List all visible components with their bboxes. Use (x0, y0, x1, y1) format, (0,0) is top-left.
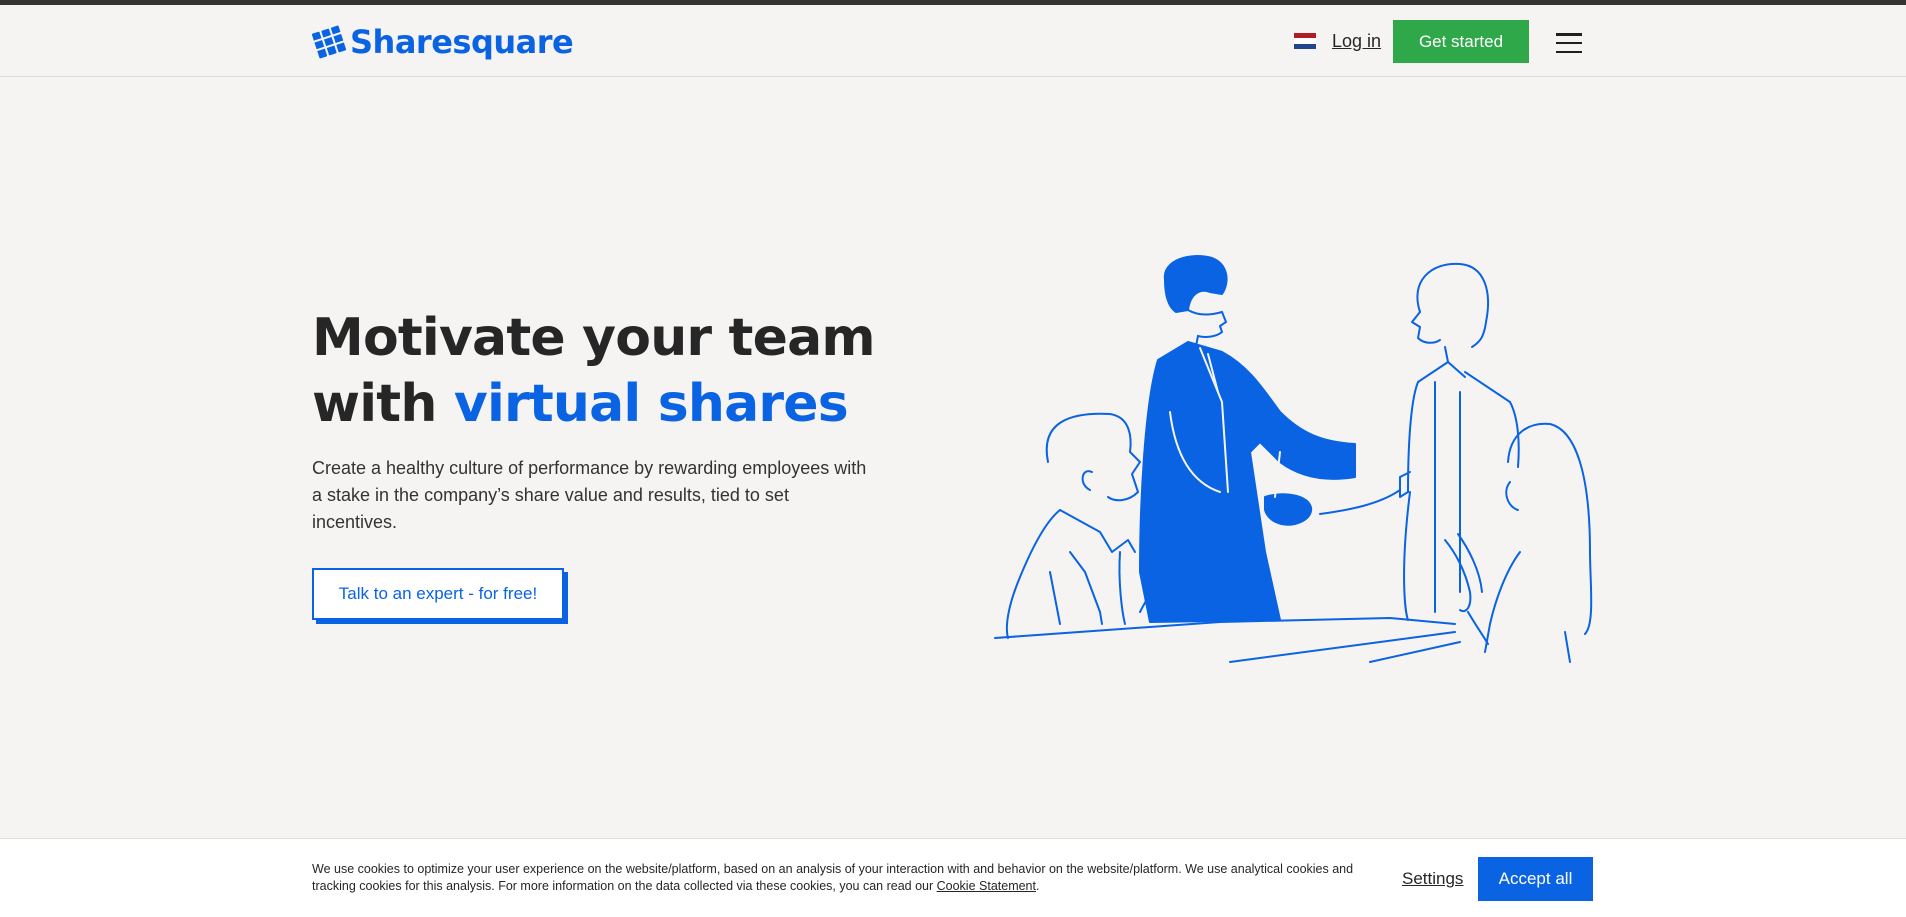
cookie-statement-link[interactable]: Cookie Statement (937, 879, 1036, 893)
site-header: Sharesquare Log in Get started (0, 5, 1906, 77)
login-link[interactable]: Log in (1332, 31, 1381, 52)
cookie-text: We use cookies to optimize your user exp… (312, 862, 1354, 893)
hamburger-menu-icon[interactable] (1556, 33, 1582, 53)
get-started-button[interactable]: Get started (1393, 20, 1529, 63)
logo[interactable]: Sharesquare (312, 23, 574, 61)
logo-icon (312, 25, 346, 59)
flag-blue-stripe (1294, 43, 1316, 49)
language-flag-icon[interactable] (1294, 33, 1316, 49)
accept-all-button[interactable]: Accept all (1478, 857, 1593, 901)
hero-description: Create a healthy culture of performance … (312, 458, 867, 532)
cookie-banner: We use cookies to optimize your user exp… (0, 838, 1906, 917)
hero-title-accent: virtual shares (453, 374, 849, 434)
hero-title-with: with (312, 374, 454, 434)
logo-text: Sharesquare (350, 23, 574, 61)
cookie-settings-link[interactable]: Settings (1402, 869, 1463, 889)
talk-to-expert-button[interactable]: Talk to an expert - for free! (312, 568, 564, 620)
hero-title-line1: Motivate your team (312, 308, 876, 368)
hero-title: Motivate your team with virtual shares (312, 305, 912, 437)
handshake-team-illustration (994, 255, 1593, 663)
